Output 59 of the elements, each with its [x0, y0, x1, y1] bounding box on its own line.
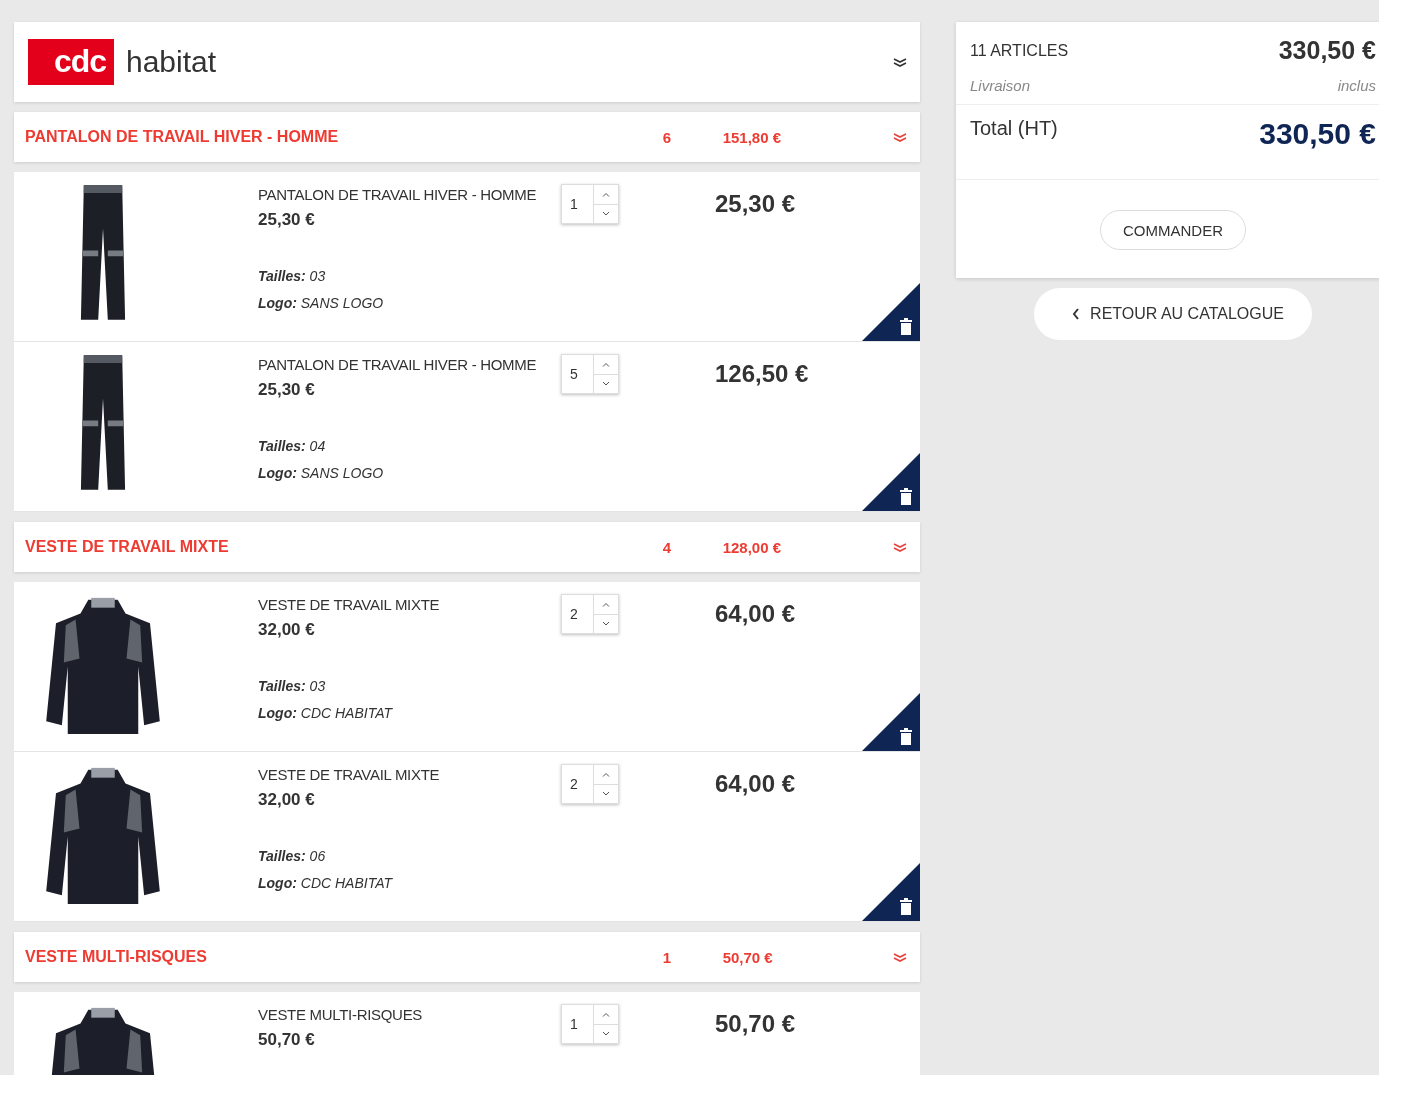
delete-corner-button[interactable]	[862, 283, 920, 341]
logo-attribute: Logo: CDC HABITAT	[258, 705, 394, 721]
line-total: 126,50 €	[715, 360, 809, 389]
delete-corner-button[interactable]	[862, 693, 920, 751]
expand-chevron-icon[interactable]	[892, 542, 908, 552]
quantity-stepper[interactable]: 1	[561, 1004, 619, 1044]
expand-chevron-icon[interactable]	[892, 132, 908, 142]
delete-corner-button[interactable]	[862, 453, 920, 511]
category-header[interactable]: PANTALON DE TRAVAIL HIVER - HOMME 6 151,80 €	[14, 112, 920, 162]
category-title: VESTE DE TRAVAIL MIXTE	[25, 538, 230, 556]
articles-total: 330,50 €	[1278, 36, 1376, 65]
articles-count: 11 ARTICLES	[970, 41, 1069, 60]
logo-attribute: Logo: CDC HABITAT	[258, 875, 394, 891]
size-attribute: Tailles: 03	[258, 678, 327, 694]
delete-corner-button[interactable]	[862, 863, 920, 921]
category-title: PANTALON DE TRAVAIL HIVER - HOMME	[25, 128, 340, 146]
line-total: 64,00 €	[715, 770, 796, 799]
category-total: 50,70 €	[722, 948, 774, 966]
quantity-stepper[interactable]: 2	[561, 594, 619, 634]
product-name: PANTALON DE TRAVAIL HIVER - HOMME	[258, 186, 538, 203]
expand-chevron-icon[interactable]	[892, 952, 908, 962]
size-attribute: Tailles: 06	[258, 848, 327, 864]
category-total: 151,80 €	[722, 128, 782, 146]
delivery-value: inclus	[1337, 77, 1376, 94]
unit-price: 32,00 €	[258, 620, 316, 640]
logo-attribute: Logo: SANS LOGO	[258, 465, 385, 481]
category-header[interactable]: VESTE DE TRAVAIL MIXTE 4 128,00 €	[14, 522, 920, 572]
quantity-stepper[interactable]: 1	[561, 184, 619, 224]
unit-price: 25,30 €	[258, 380, 316, 400]
logo-text: habitat	[126, 45, 217, 79]
product-name: VESTE DE TRAVAIL MIXTE	[258, 766, 441, 783]
category-count: 4	[662, 538, 673, 556]
delivery-label: Livraison	[970, 77, 1031, 94]
logo-attribute: Logo: SANS LOGO	[258, 295, 385, 311]
unit-price: 32,00 €	[258, 790, 316, 810]
category-count: 1	[662, 948, 673, 966]
category-title: VESTE MULTI-RISQUES	[25, 948, 208, 966]
unit-price: 25,30 €	[258, 210, 316, 230]
logo-mark: cdc	[28, 39, 114, 85]
line-total: 64,00 €	[715, 600, 796, 629]
line-total: 50,70 €	[715, 1010, 796, 1039]
category-header[interactable]: VESTE MULTI-RISQUES 1 50,70 €	[14, 932, 920, 982]
total-amount: 330,50 €	[1259, 117, 1376, 151]
product-name: VESTE DE TRAVAIL MIXTE	[258, 596, 441, 613]
category-total: 128,00 €	[722, 538, 782, 556]
quantity-stepper[interactable]: 5	[561, 354, 619, 394]
quantity-stepper[interactable]: 2	[561, 764, 619, 804]
back-to-catalogue-button[interactable]: RETOUR AU CATALOGUE	[1034, 288, 1312, 340]
total-label: Total (HT)	[970, 117, 1058, 140]
order-button[interactable]: COMMANDER	[1100, 210, 1246, 250]
size-attribute: Tailles: 03	[258, 268, 327, 284]
chevron-left-icon	[1072, 308, 1081, 320]
line-total: 25,30 €	[715, 190, 796, 219]
product-name: VESTE MULTI-RISQUES	[258, 1006, 424, 1023]
size-attribute: Tailles: 04	[258, 438, 327, 454]
category-count: 6	[662, 128, 673, 146]
collapse-chevron-icon[interactable]	[892, 57, 908, 67]
unit-price: 50,70 €	[258, 1030, 316, 1050]
product-name: PANTALON DE TRAVAIL HIVER - HOMME	[258, 356, 538, 373]
